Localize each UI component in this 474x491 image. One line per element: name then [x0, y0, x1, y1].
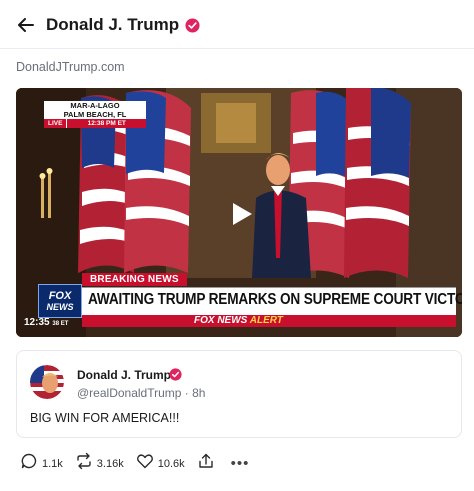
- share-icon: [197, 452, 215, 475]
- fox-news-logo: FOX NEWS: [38, 284, 82, 318]
- video-player[interactable]: MAR-A-LAGO PALM BEACH, FL LIVE 12:38 PM …: [16, 88, 462, 337]
- website-link[interactable]: DonaldJTrump.com: [16, 60, 125, 74]
- play-icon[interactable]: [227, 200, 255, 228]
- repost-icon: [75, 452, 93, 475]
- like-count: 10.6k: [157, 457, 185, 470]
- post-text: BIG WIN FOR AMERICA!!!: [30, 411, 180, 425]
- profile-header: Donald J. Trump: [0, 0, 474, 50]
- logo-line2: NEWS: [46, 301, 74, 312]
- repost-count: 3.16k: [96, 457, 124, 470]
- avatar[interactable]: [30, 365, 64, 399]
- alert-word: ALERT: [249, 315, 283, 326]
- alert-brand: FOX NEWS: [194, 315, 248, 326]
- more-options-button[interactable]: •••: [231, 455, 250, 472]
- location-overlay: MAR-A-LAGO PALM BEACH, FL LIVE 12:38 PM …: [44, 101, 146, 128]
- live-badge: LIVE: [44, 119, 67, 128]
- news-headline: AWAITING TRUMP REMARKS ON SUPREME COURT …: [88, 291, 462, 308]
- post-actions: 1.1k 3.16k 10.6k •••: [20, 452, 249, 475]
- location-line1: MAR-A-LAGO: [44, 101, 146, 110]
- like-button[interactable]: 10.6k: [136, 452, 185, 475]
- post-author-name[interactable]: Donald J. Trump: [77, 368, 171, 382]
- broadcast-clock: 12:35 38 ET: [24, 317, 68, 328]
- live-time: 12:38 PM ET: [66, 119, 146, 128]
- clock-time: 12:35: [24, 317, 50, 328]
- verified-badge-icon: [185, 17, 200, 33]
- verified-badge-icon: [169, 368, 182, 381]
- live-indicator: LIVE 12:38 PM ET: [44, 119, 146, 128]
- repost-button[interactable]: 3.16k: [75, 452, 124, 475]
- header-divider: [0, 48, 474, 49]
- logo-line1: FOX: [48, 289, 72, 302]
- heart-icon: [136, 452, 154, 475]
- news-alert: FOX NEWS ALERT: [194, 315, 283, 327]
- clock-suffix: 38 ET: [52, 321, 69, 327]
- arrow-left-icon[interactable]: [16, 15, 36, 35]
- reply-button[interactable]: 1.1k: [20, 452, 63, 475]
- location-line2: PALM BEACH, FL: [44, 110, 146, 119]
- post-handle-time: @realDonaldTrump · 8h: [77, 386, 206, 400]
- quoted-post[interactable]: Donald J. Trump @realDonaldTrump · 8h BI…: [16, 350, 462, 438]
- share-button[interactable]: [197, 452, 215, 475]
- page-title: Donald J. Trump: [46, 15, 180, 34]
- reply-count: 1.1k: [42, 457, 63, 470]
- comment-icon: [20, 452, 38, 475]
- breaking-news-label: BREAKING NEWS: [82, 273, 187, 286]
